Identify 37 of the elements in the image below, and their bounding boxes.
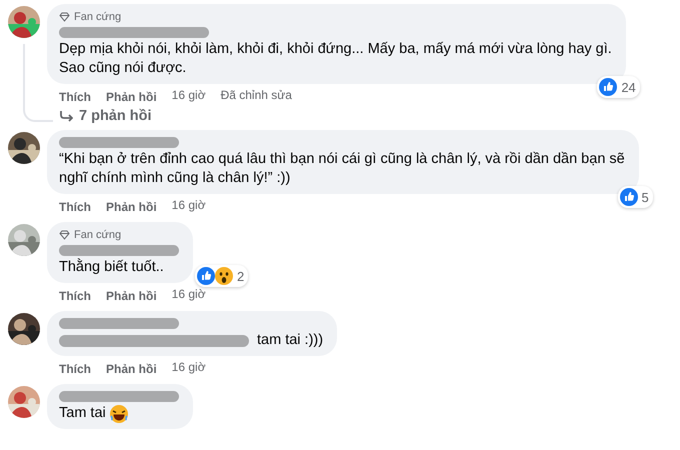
comment-text: “Khi bạn ở trên đỉnh cao quá lâu thì bạn nói cái gì cũng là chân lý, và rồi dần dần bạn sẽ <box>59 150 625 169</box>
reply-link[interactable]: Phản hồi <box>106 88 157 106</box>
reaction-count: 2 <box>237 268 244 284</box>
reaction-summary[interactable]: 5 <box>618 186 653 208</box>
timestamp: 16 giờ <box>172 198 206 214</box>
edited-label: Đã chỉnh sửa <box>220 88 292 104</box>
like-icon <box>620 188 638 206</box>
reply-link[interactable]: Phản hồi <box>106 287 157 305</box>
reply-arrow-icon <box>59 110 73 122</box>
like-link[interactable]: Thích <box>59 88 91 106</box>
laughing-emoji-icon <box>110 404 128 422</box>
like-link[interactable]: Thích <box>59 360 91 378</box>
like-link[interactable]: Thích <box>59 198 91 216</box>
comment-text: Dẹp mịa khỏi nói, khỏi làm, khỏi đi, khỏi đứng... Mấy ba, mấy má mới vừa lòng hay gì. <box>59 40 612 59</box>
diamond-icon <box>59 12 70 22</box>
badge-label: Fan cứng <box>74 11 122 23</box>
like-icon <box>197 267 215 285</box>
timestamp: 16 giờ <box>172 360 206 376</box>
comment-text: Thằng biết tuốt.. <box>59 258 164 277</box>
reply-link[interactable]: Phản hồi <box>106 198 157 216</box>
comment-text: Sao cũng nói được. <box>59 59 186 78</box>
view-replies-link[interactable]: 7 phản hồi <box>47 106 626 124</box>
timestamp: 16 giờ <box>172 287 206 303</box>
comment-text: Tam tai <box>59 404 106 423</box>
diamond-icon <box>59 230 70 240</box>
timestamp: 16 giờ <box>172 88 206 104</box>
reaction-count: 5 <box>642 190 649 204</box>
comment-text: tam tai :))) <box>257 331 324 350</box>
reaction-summary[interactable]: 24 <box>597 76 640 98</box>
wow-emoji-icon <box>215 267 233 285</box>
like-link[interactable]: Thích <box>59 287 91 305</box>
reaction-count: 24 <box>621 80 636 94</box>
reaction-summary[interactable]: 2 <box>195 265 248 287</box>
reply-link[interactable]: Phản hồi <box>106 360 157 378</box>
like-icon <box>599 78 618 96</box>
badge-label: Fan cứng <box>74 229 122 241</box>
comment-text: nghĩ chính mình cũng là chân lý!” :)) <box>59 169 290 188</box>
